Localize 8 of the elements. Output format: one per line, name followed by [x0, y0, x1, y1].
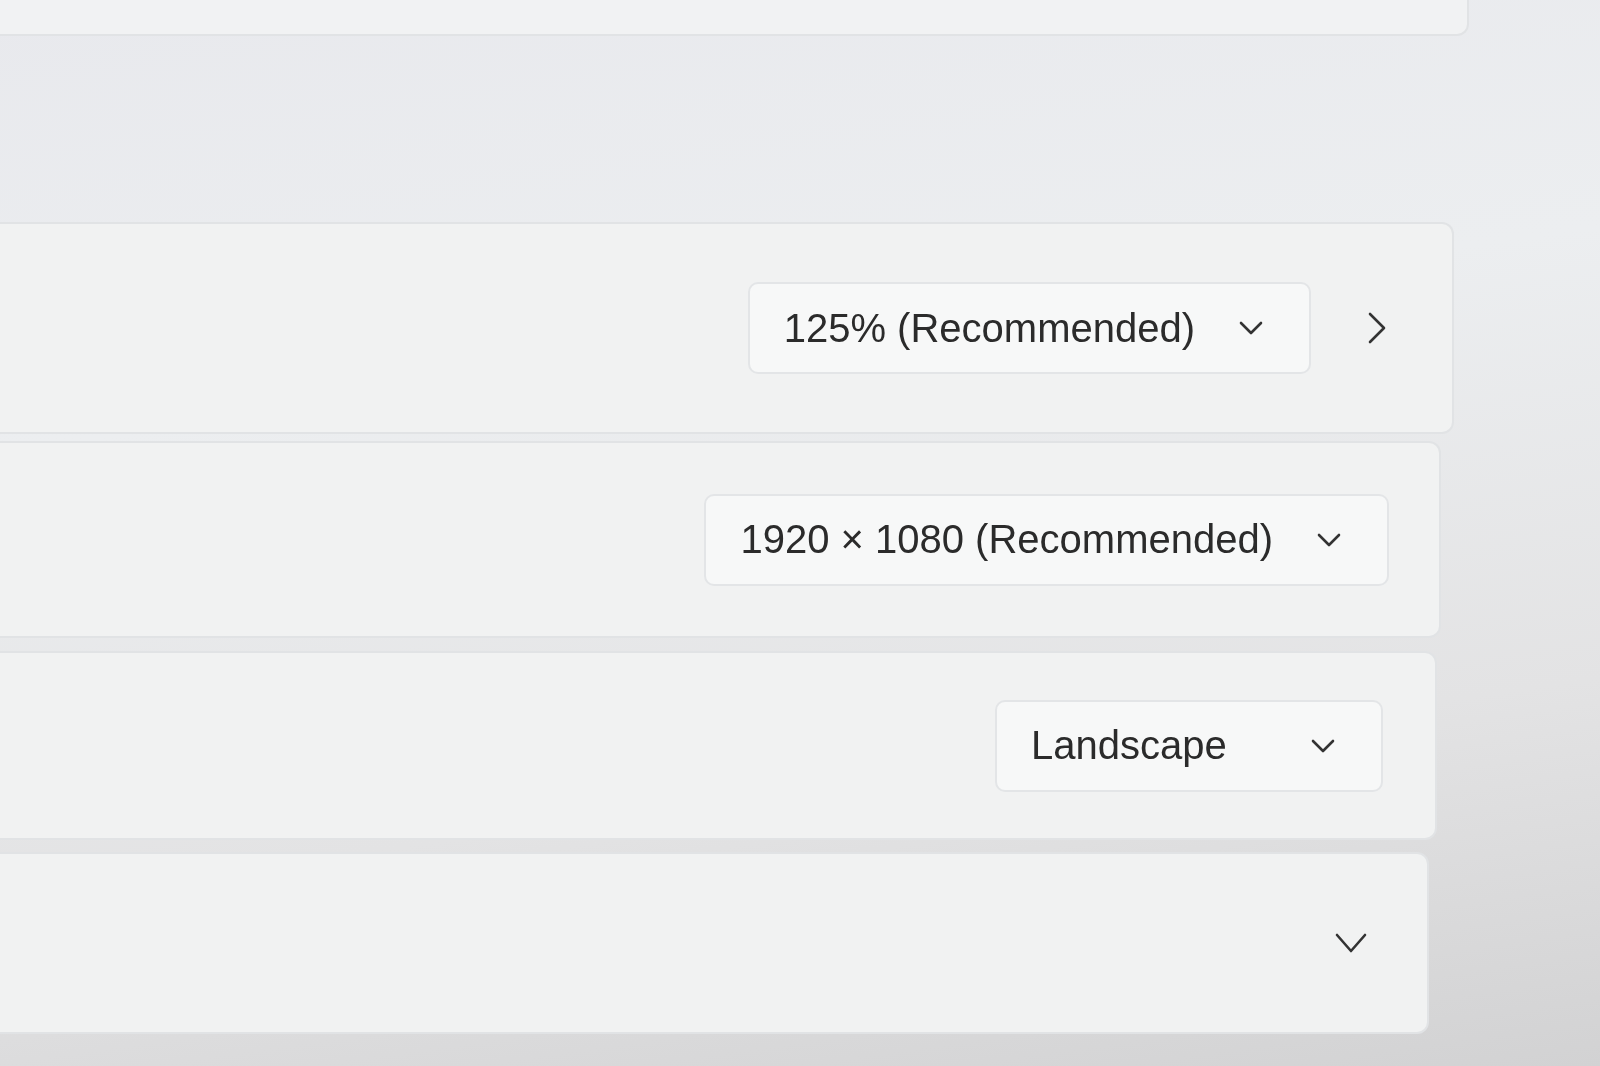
- chevron-down-icon[interactable]: [1335, 933, 1367, 953]
- chevron-down-icon: [1317, 532, 1341, 547]
- chevron-down-icon: [1311, 738, 1335, 753]
- chevron-down-icon: [1239, 321, 1263, 335]
- dropdown[interactable]: Landscape: [995, 699, 1383, 792]
- dropdown[interactable]: 1920 × 1080 (Recommended): [704, 493, 1389, 586]
- chevron-right-icon[interactable]: [1368, 312, 1386, 344]
- dropdown[interactable]: 125% (Recommended): [747, 282, 1311, 374]
